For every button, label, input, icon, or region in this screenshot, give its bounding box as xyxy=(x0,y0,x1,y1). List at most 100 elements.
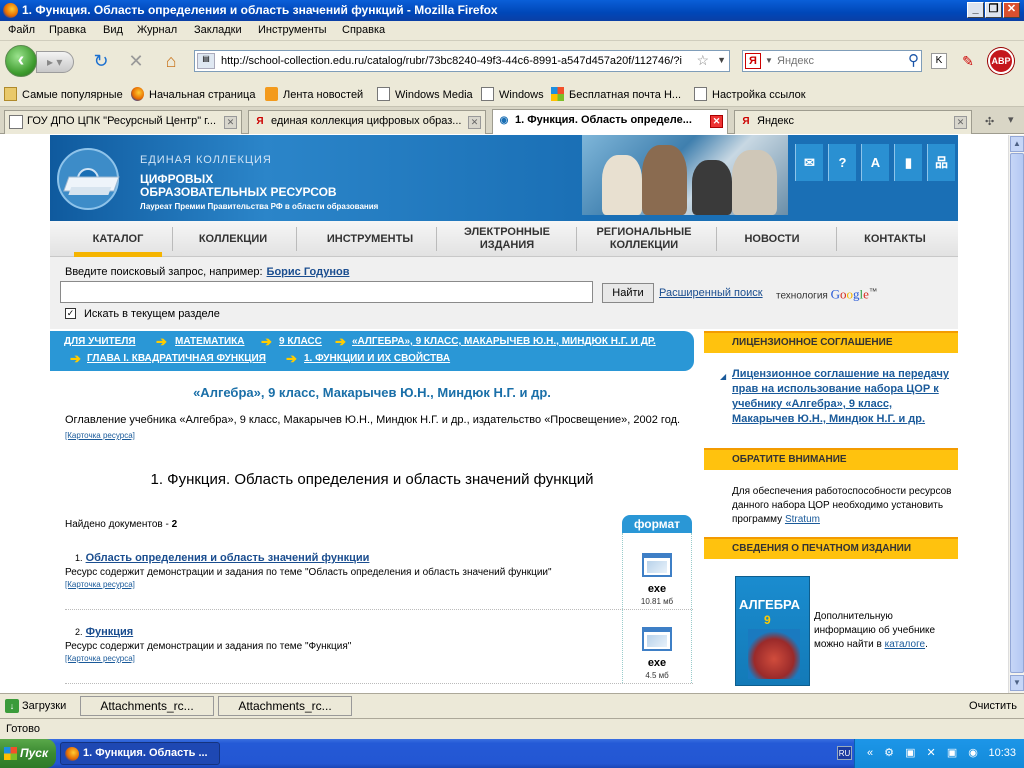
menu-file[interactable]: Файл xyxy=(8,24,35,36)
search-bar[interactable]: Я ▼ ⚲ xyxy=(742,50,922,72)
license-link[interactable]: Лицензионное соглашение на передачу прав… xyxy=(732,368,949,425)
bookmark-star-icon[interactable]: ☆ xyxy=(696,52,709,69)
tray-icons[interactable]: « ⚙ ▣ ✕ ▣ ◉ xyxy=(867,746,982,759)
bookmark-windows[interactable]: Windows xyxy=(481,87,544,101)
engine-dropdown-icon[interactable]: ▼ xyxy=(765,56,773,65)
nav-contacts[interactable]: КОНТАКТЫ xyxy=(840,221,950,257)
book-card-link[interactable]: [Карточка ресурса] xyxy=(65,431,135,440)
bookmark-windows-media[interactable]: Windows Media xyxy=(377,87,473,101)
sitemap-icon[interactable]: 品 xyxy=(927,144,955,181)
crumb-math[interactable]: МАТЕМАТИКА xyxy=(175,336,245,347)
exe-file-icon[interactable] xyxy=(642,553,672,577)
site-identity-icon[interactable]: ▤ xyxy=(197,53,215,69)
document-title-link[interactable]: Область определения и область значений ф… xyxy=(86,552,370,564)
nav-news[interactable]: НОВОСТИ xyxy=(720,221,824,257)
tab-scroll-icon[interactable]: ▾ xyxy=(1008,113,1014,126)
forward-button[interactable]: ▸ ▾ xyxy=(36,51,74,73)
font-size-icon[interactable]: A xyxy=(861,144,889,181)
search-icon[interactable]: ⚲ xyxy=(908,51,919,69)
bookmark-link-settings[interactable]: Настройка ссылок xyxy=(694,87,806,101)
stop-icon[interactable]: ✕ xyxy=(125,50,147,72)
find-button[interactable]: Найти xyxy=(602,283,654,303)
taskbar-firefox-item[interactable]: 1. Функция. Область ... xyxy=(60,742,220,765)
menu-help[interactable]: Справка xyxy=(342,24,385,36)
start-button[interactable]: Пуск xyxy=(0,739,56,768)
document-format[interactable]: exe 4.5 мб xyxy=(622,621,692,680)
nav-regional-collections[interactable]: РЕГИОНАЛЬНЫЕ КОЛЛЕКЦИИ xyxy=(580,221,708,257)
nav-label: КОНТАКТЫ xyxy=(864,232,926,245)
page-icon xyxy=(9,115,23,129)
scroll-down-icon[interactable]: ▼ xyxy=(1010,675,1024,691)
back-button[interactable]: ‹ xyxy=(5,45,37,77)
clear-downloads-button[interactable]: Очистить xyxy=(964,696,1022,716)
minimize-button[interactable]: _ xyxy=(967,2,984,18)
document-title-link[interactable]: Функция xyxy=(86,626,134,638)
menu-tools[interactable]: Инструменты xyxy=(258,24,327,36)
exe-file-icon[interactable] xyxy=(642,627,672,651)
search-input[interactable] xyxy=(777,53,897,69)
download-item[interactable]: Attachments_rc... xyxy=(218,696,352,716)
help-icon[interactable]: ? xyxy=(828,144,856,181)
close-window-button[interactable]: ✕ xyxy=(1003,2,1020,18)
crumb-algebra-book[interactable]: «АЛГЕБРА», 9 КЛАСС, МАКАРЫЧЕВ Ю.Н., МИНД… xyxy=(352,336,656,347)
url-dropdown-icon[interactable]: ▼ xyxy=(717,55,726,65)
status-bar: Готово xyxy=(0,718,1024,739)
mail-icon[interactable]: ✉ xyxy=(795,144,823,181)
document-format[interactable]: exe 10.81 мб xyxy=(622,547,692,606)
bookmark-popular[interactable]: Самые популярные xyxy=(4,87,123,101)
url-bar[interactable]: ▤ http://school-collection.edu.ru/catalo… xyxy=(194,50,730,72)
close-tab-icon[interactable]: ✕ xyxy=(224,116,237,129)
nav-tools[interactable]: ИНСТРУМЕНТЫ xyxy=(300,221,440,257)
menu-bookmarks[interactable]: Закладки xyxy=(194,24,242,36)
download-item[interactable]: Attachments_rc... xyxy=(80,696,214,716)
downloads-button[interactable]: ↓ Загрузки xyxy=(2,696,74,716)
adblock-icon[interactable]: ABP xyxy=(988,48,1014,74)
reload-icon[interactable]: ↻ xyxy=(90,50,112,72)
stats-icon[interactable]: ▮ xyxy=(894,144,922,181)
menu-history[interactable]: Журнал xyxy=(137,24,177,36)
crumb-grade-9[interactable]: 9 КЛАСС xyxy=(279,336,322,347)
nav-collections[interactable]: КОЛЛЕКЦИИ xyxy=(178,221,288,257)
home-icon[interactable]: ⌂ xyxy=(160,50,182,72)
bookmark-start-page[interactable]: Начальная страница xyxy=(131,87,255,101)
scroll-up-icon[interactable]: ▲ xyxy=(1010,136,1024,152)
tab-list-icon[interactable]: ✣ xyxy=(985,115,994,128)
print-edition-heading: СВЕДЕНИЯ О ПЕЧАТНОМ ИЗДАНИИ xyxy=(704,537,958,559)
search-example-link[interactable]: Борис Годунов xyxy=(267,266,350,278)
vertical-scrollbar[interactable]: ▲ ▼ xyxy=(1008,135,1024,693)
firefox-icon xyxy=(3,3,18,18)
close-tab-icon[interactable]: ✕ xyxy=(710,115,723,128)
menu-edit[interactable]: Правка xyxy=(49,24,86,36)
tab-current-page[interactable]: ◉ 1. Функция. Область определе... ✕ xyxy=(492,109,728,134)
url-text[interactable]: http://school-collection.edu.ru/catalog/… xyxy=(221,55,691,67)
close-tab-icon[interactable]: ✕ xyxy=(468,116,481,129)
scroll-thumb[interactable] xyxy=(1010,153,1024,673)
language-indicator[interactable]: RU xyxy=(837,746,852,760)
close-tab-icon[interactable]: ✕ xyxy=(954,116,967,129)
addon-k-icon[interactable]: K xyxy=(931,53,947,69)
crumb-functions[interactable]: 1. ФУНКЦИИ И ИХ СВОЙСТВА xyxy=(304,353,450,364)
tab-yandex[interactable]: Я Яндекс ✕ xyxy=(734,110,972,134)
crumb-for-teacher[interactable]: ДЛЯ УЧИТЕЛЯ xyxy=(64,336,136,347)
stratum-link[interactable]: Stratum xyxy=(785,514,820,525)
downloads-label: Загрузки xyxy=(22,700,67,712)
yandex-icon: Я xyxy=(742,116,750,127)
nav-e-editions[interactable]: ЭЛЕКТРОННЫЕ ИЗДАНИЯ xyxy=(440,221,574,257)
site-search-input[interactable] xyxy=(60,281,593,303)
bookmark-news-feed[interactable]: Лента новостей xyxy=(265,87,363,101)
yandex-engine-icon[interactable]: Я xyxy=(745,53,761,69)
bookmark-free-mail[interactable]: Бесплатная почта Н... xyxy=(551,87,681,101)
maximize-button[interactable]: ❐ xyxy=(985,2,1002,18)
advanced-search-link[interactable]: Расширенный поиск xyxy=(659,287,763,299)
addon-icon[interactable]: ✎ xyxy=(957,50,979,72)
catalog-link[interactable]: каталоге xyxy=(885,639,925,650)
search-panel: Введите поисковый запрос, например: Борис… xyxy=(50,257,958,329)
document-card-link[interactable]: [Карточка ресурса] xyxy=(65,580,135,589)
menu-view[interactable]: Вид xyxy=(103,24,123,36)
crumb-chapter-1[interactable]: ГЛАВА I. КВАДРАТИЧНАЯ ФУНКЦИЯ xyxy=(87,353,266,364)
search-in-section-checkbox[interactable]: ✓ xyxy=(65,308,76,319)
tab-resource-center[interactable]: ГОУ ДПО ЦПК "Ресурсный Центр" г... ✕ xyxy=(4,110,242,134)
document-card-link[interactable]: [Карточка ресурса] xyxy=(65,654,135,663)
book-cover-image[interactable]: АЛГЕБРА 9 xyxy=(735,576,810,686)
tab-collection[interactable]: Яединая коллекция цифровых образ... ✕ xyxy=(248,110,486,134)
